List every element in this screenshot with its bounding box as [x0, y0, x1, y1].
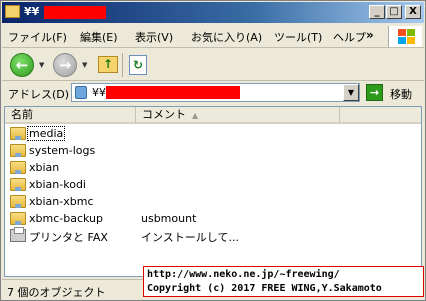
- shared-folder-icon: [10, 195, 26, 208]
- list-item-comment: インストールして...: [141, 231, 239, 244]
- list-item[interactable]: xbian-kodi: [9, 177, 409, 193]
- back-button[interactable]: ←: [10, 53, 34, 77]
- menu-bar: ファイル(F) 編集(E) 表示(V) お気に入り(A) ツール(T) ヘルプ …: [2, 24, 424, 48]
- menu-help[interactable]: ヘルプ: [333, 29, 366, 45]
- address-redaction: [106, 86, 240, 99]
- toolbar: ← ▼ → ▼ ↑ ↻: [2, 49, 424, 81]
- file-list[interactable]: 名前 コメント ▲ media system-logs xbian xbian-k…: [4, 106, 422, 277]
- address-value: ¥¥: [92, 86, 106, 99]
- status-text: 7 個のオブジェクト: [7, 286, 106, 299]
- title-redaction: [44, 6, 106, 19]
- title-bar[interactable]: ¥¥ _ □ X: [2, 2, 424, 23]
- shared-folder-icon: [10, 144, 26, 157]
- shared-folder-icon: [10, 127, 26, 140]
- up-folder-icon[interactable]: ↑: [98, 56, 118, 73]
- folder-icon: [5, 5, 20, 18]
- window-title: ¥¥: [24, 5, 40, 18]
- column-header-comment[interactable]: コメント ▲: [136, 107, 340, 124]
- shared-folder-icon: [10, 178, 26, 191]
- maximize-button[interactable]: □: [386, 5, 402, 19]
- credit-url: http://www.neko.ne.jp/~freewing/: [147, 269, 340, 280]
- address-bar: アドレス(D) ¥¥ ▼ → 移動: [2, 82, 424, 104]
- column-header-name[interactable]: 名前: [5, 107, 136, 124]
- credit-copyright: Copyright (c) 2017 FREE WING,Y.Sakamoto: [147, 283, 382, 294]
- address-dropdown-button[interactable]: ▼: [343, 84, 359, 101]
- menu-file[interactable]: ファイル(F): [8, 29, 67, 45]
- list-item[interactable]: media: [9, 126, 409, 142]
- list-item-name: media: [26, 126, 66, 141]
- list-item-name: xbian-xbmc: [29, 195, 94, 208]
- list-item-name: xbian-kodi: [29, 178, 86, 191]
- go-button-label[interactable]: 移動: [390, 86, 412, 102]
- explorer-window: ¥¥ _ □ X ファイル(F) 編集(E) 表示(V) お気に入り(A) ツー…: [0, 0, 426, 301]
- list-item-name: xbian: [29, 161, 60, 174]
- menu-favorites[interactable]: お気に入り(A): [191, 29, 262, 45]
- menu-edit[interactable]: 編集(E): [80, 29, 118, 45]
- list-item[interactable]: プリンタと FAX インストールして...: [9, 227, 409, 244]
- address-input[interactable]: ¥¥ ▼: [71, 83, 360, 102]
- network-drive-icon: [75, 86, 87, 99]
- forward-button[interactable]: →: [53, 53, 77, 77]
- menu-overflow-chevron[interactable]: »: [366, 28, 374, 42]
- windows-logo-icon: [388, 26, 422, 47]
- close-button[interactable]: X: [405, 5, 421, 19]
- sort-ascending-icon: ▲: [192, 111, 199, 120]
- toolbar-separator: [122, 53, 123, 77]
- list-item[interactable]: system-logs: [9, 143, 409, 159]
- copyright-overlay: http://www.neko.ne.jp/~freewing/ Copyrig…: [143, 266, 424, 297]
- list-item-name: system-logs: [29, 144, 96, 157]
- list-item[interactable]: xbmc-backup usbmount: [9, 211, 409, 227]
- list-item-name: プリンタと FAX: [29, 231, 108, 244]
- printer-icon: [10, 227, 26, 242]
- list-item[interactable]: xbian-xbmc: [9, 194, 409, 210]
- back-dropdown-icon[interactable]: ▼: [39, 61, 44, 69]
- menu-tools[interactable]: ツール(T): [274, 29, 322, 45]
- list-item-comment: usbmount: [141, 212, 197, 225]
- go-arrow-icon[interactable]: →: [366, 84, 383, 101]
- column-header-filler: [340, 107, 421, 124]
- menu-view[interactable]: 表示(V): [135, 29, 173, 45]
- list-item-name: xbmc-backup: [29, 212, 103, 225]
- forward-dropdown-icon[interactable]: ▼: [82, 61, 87, 69]
- list-item[interactable]: xbian: [9, 160, 409, 176]
- shared-folder-icon: [10, 161, 26, 174]
- sync-icon[interactable]: ↻: [129, 55, 147, 75]
- shared-folder-icon: [10, 212, 26, 225]
- address-label: アドレス(D): [8, 88, 70, 101]
- minimize-button[interactable]: _: [369, 5, 385, 19]
